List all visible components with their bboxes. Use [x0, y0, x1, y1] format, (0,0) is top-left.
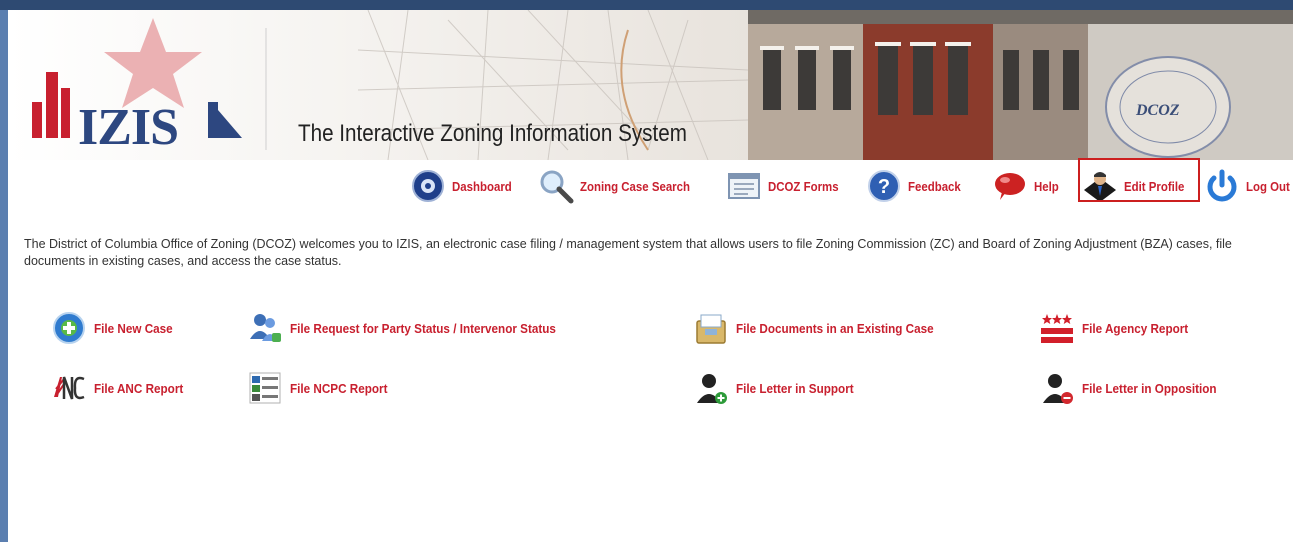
nav-zoning-case-search-label: Zoning Case Search: [580, 178, 690, 194]
nav-log-out-label: Log Out: [1246, 178, 1290, 194]
top-border: [0, 0, 1293, 10]
help-icon: [995, 173, 1025, 200]
action-file-letter-support[interactable]: File Letter in Support: [694, 370, 867, 406]
welcome-message: The District of Columbia Office of Zonin…: [24, 237, 1232, 268]
forms-icon: [728, 173, 760, 199]
nav-dcoz-forms[interactable]: DCOZ Forms: [726, 164, 848, 208]
nav-help-label: Help: [1034, 178, 1059, 194]
action-file-party-status-label: File Request for Party Status / Interven…: [290, 320, 556, 336]
party-status-icon: [250, 314, 281, 342]
action-file-party-status[interactable]: File Request for Party Status / Interven…: [248, 310, 585, 346]
nav-zoning-case-search[interactable]: Zoning Case Search: [538, 164, 705, 208]
power-icon: [1207, 169, 1237, 202]
header-banner: IZIS The Interactive Zoning Information …: [8, 10, 1293, 160]
nav-log-out[interactable]: Log Out: [1204, 164, 1293, 208]
nav-dashboard[interactable]: Dashboard: [410, 164, 520, 208]
left-border: [0, 10, 8, 542]
action-file-new-case-label: File New Case: [94, 320, 173, 336]
logo-text: IZIS: [78, 99, 179, 156]
action-file-anc-report-label: File ANC Report: [94, 380, 184, 396]
action-file-agency-report[interactable]: File Agency Report: [1040, 310, 1200, 346]
person-minus-icon: [1043, 374, 1073, 404]
action-file-ncpc-report-label: File NCPC Report: [290, 380, 388, 396]
action-file-letter-support-label: File Letter in Support: [736, 380, 854, 396]
dashboard-icon: [412, 170, 444, 202]
action-file-documents[interactable]: File Documents in an Existing Case: [694, 310, 956, 346]
edit-profile-highlight: [1078, 158, 1200, 202]
nav-feedback[interactable]: ? Feedback: [866, 164, 968, 208]
action-file-anc-report[interactable]: File ANC Report: [52, 370, 193, 406]
anc-logo-icon: [54, 376, 85, 400]
ncpc-logo-icon: [249, 372, 281, 404]
action-file-new-case[interactable]: File New Case: [52, 310, 181, 346]
action-file-ncpc-report[interactable]: File NCPC Report: [248, 370, 398, 406]
nav-help[interactable]: Help: [992, 164, 1062, 208]
dc-flag-icon: [1041, 314, 1073, 343]
action-file-agency-report-label: File Agency Report: [1082, 320, 1189, 336]
nav-feedback-label: Feedback: [908, 178, 961, 194]
nav-dashboard-label: Dashboard: [452, 178, 512, 194]
seal-abbreviation: DCOZ: [1136, 102, 1180, 119]
person-plus-icon: [697, 374, 727, 404]
nav-dcoz-forms-label: DCOZ Forms: [768, 178, 839, 194]
add-case-icon: [53, 312, 85, 344]
action-file-letter-opposition[interactable]: File Letter in Opposition: [1040, 370, 1232, 406]
svg-text:?: ?: [878, 176, 890, 198]
documents-box-icon: [696, 314, 726, 344]
action-file-documents-label: File Documents in an Existing Case: [736, 320, 934, 336]
feedback-icon: ?: [868, 170, 900, 202]
action-file-letter-opposition-label: File Letter in Opposition: [1082, 380, 1217, 396]
search-icon: [540, 170, 574, 204]
site-tagline: The Interactive Zoning Information Syste…: [298, 120, 687, 147]
